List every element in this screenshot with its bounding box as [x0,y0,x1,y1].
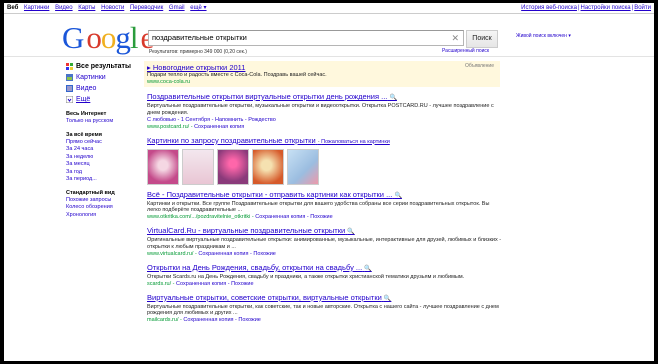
time-filter: За всё время Прямо сейчас За 24 часа За … [66,132,144,184]
image-thumbnail[interactable] [147,148,179,185]
result-url: www.otkritka.com/.../pozdravitelnie_otkr… [147,214,333,221]
result-item: Всё - Поздравительные открытки - отправи… [144,190,502,222]
instant-search-toggle[interactable]: Живой поиск включен ▾ [516,33,571,39]
topbar-link-images[interactable]: Картинки [24,5,49,11]
result-url: www.postcard.ru/ - Сохраненная копия [147,123,245,130]
topbar-link-gmail[interactable]: Gmail [169,5,185,11]
result-item: Открытки на День Рождения, свадьбу, откр… [144,263,502,288]
topbar-settings-link[interactable]: Настройки поиска [581,5,631,11]
filter-time-month[interactable]: За месяц [66,161,144,169]
preview-icon[interactable]: 🔍 [384,296,391,302]
preview-icon[interactable]: 🔍 [394,193,401,199]
topbar-link-more[interactable]: ещё ▾ [190,5,206,11]
result-snippet: Картинки и открытки. Все группе Поздрави… [147,200,490,214]
result-item: VirtualCard.Ru - виртуальные поздравител… [144,226,502,258]
filter-timeline[interactable]: Хронология [66,212,144,220]
ad-label: Объявление [465,63,494,69]
language-filter-heading: Весь Интернет [66,111,107,117]
image-thumbnails [147,148,502,185]
image-results-title-link[interactable]: Картинки по запросу поздравительные откр… [147,136,502,147]
topbar-link-video[interactable]: Видео [55,5,73,11]
time-filter-heading: За всё время [66,131,102,138]
ad-url: www.coca-cola.ru [147,79,191,85]
result-snippet: Открытки Scards.ru на День Рождения, сва… [147,273,465,280]
preview-icon[interactable]: 🔍 [364,266,371,272]
clear-icon[interactable]: ✕ [451,31,459,45]
filter-related-searches[interactable]: Похожие запросы [66,197,144,205]
search-button[interactable]: Поиск [466,30,498,48]
video-icon [66,85,73,92]
report-images-link[interactable]: Пожаловаться на картинки [321,139,390,145]
result-title-link[interactable]: Поздравительные открытки виртуальные отк… [147,92,502,103]
cached-link[interactable]: Сохраненная копия - Похожие [183,317,260,323]
google-logo[interactable]: Google [62,20,154,56]
view-filter-heading: Стандартный вид [66,189,115,196]
topbar-signin-link[interactable]: Войти [634,5,651,11]
ad-title-link[interactable]: ▸ Новогодние открытки 2011 [147,63,497,72]
result-title-link[interactable]: VirtualCard.Ru - виртуальные поздравител… [147,226,502,237]
topbar-history-link[interactable]: История веб-поиска [521,5,577,11]
search-results: ▸ Новогодние открытки 2011 Объявление По… [144,61,502,324]
result-url: mailcards.ru/ - Сохраненная копия - Похо… [147,317,261,324]
filter-time-24h[interactable]: За 24 часа [66,146,144,154]
filter-time-now[interactable]: Прямо сейчас [66,139,144,147]
advanced-search-link[interactable]: Расширенный поиск [442,48,489,54]
topbar-link-translate[interactable]: Переводчик [130,5,163,11]
search-query[interactable]: поздравительные открытки [152,31,247,45]
sidebar-item-video[interactable]: Видео [66,83,144,94]
preview-icon[interactable]: 🔍 [389,95,396,101]
result-sitelinks[interactable]: С любовью - 1 Сентября - Напомнить - Рож… [147,117,502,124]
image-results-block: Картинки по запросу поздравительные откр… [144,136,502,185]
sidebar-item-images[interactable]: Картинки [66,72,144,83]
result-item: Поздравительные открытки виртуальные отк… [144,92,502,131]
images-icon [66,74,73,81]
left-sidebar: Все результаты Картинки Видео Ещё Весь И… [66,61,144,219]
result-title-link[interactable]: Открытки на День Рождения, свадьбу, откр… [147,263,502,274]
sidebar-item-more[interactable]: Ещё [66,94,144,105]
result-snippet: Виртуальные поздравительные открытки, ка… [147,303,499,317]
cached-link[interactable]: Сохраненная копия - Похожие [198,251,275,257]
language-filter: Весь Интернет Только на русском [66,111,144,126]
filter-time-period[interactable]: За период... [66,176,144,184]
browser-page: Веб Картинки Видео Карты Новости Перевод… [4,3,654,361]
image-thumbnail[interactable] [182,148,214,185]
top-navigation-bar: Веб Картинки Видео Карты Новости Перевод… [4,3,654,14]
search-input[interactable]: поздравительные открытки ✕ [148,30,464,46]
all-results-icon [66,63,73,70]
filter-russian-only[interactable]: Только на русском [66,118,144,126]
image-thumbnail[interactable] [287,148,319,185]
sidebar-item-all[interactable]: Все результаты [66,61,144,72]
result-title-link[interactable]: Виртуальные открытки, советские открытки… [147,293,502,304]
result-url: scards.ru/ - Сохраненная копия - Похожие [147,280,254,287]
topbar-link-maps[interactable]: Карты [78,5,95,11]
preview-icon[interactable]: 🔍 [347,229,354,235]
filter-wonder-wheel[interactable]: Колесо обозрения [66,204,144,212]
sponsored-result: ▸ Новогодние открытки 2011 Объявление По… [144,61,500,87]
result-stats: Результатов: примерно 349 000 (0,20 сек.… [149,49,247,55]
more-icon [66,96,73,103]
cached-link[interactable]: Сохраненная копия - Похожие [176,281,253,287]
result-snippet: Оригинальные виртуальные поздравительные… [147,237,502,250]
filter-time-year[interactable]: За год [66,169,144,177]
result-snippet: Виртуальные поздравительные открытки, му… [147,103,494,116]
ad-description: Подари тепло и радость вместе с Coca-Col… [147,72,327,78]
filter-time-week[interactable]: За неделю [66,154,144,162]
cached-link[interactable]: Сохраненная копия - Похожие [255,214,332,220]
result-url: www.virtualcard.ru/ - Сохраненная копия … [147,250,276,257]
image-thumbnail[interactable] [252,148,284,185]
cached-link[interactable]: Сохраненная копия [194,124,244,130]
result-item: Виртуальные открытки, советские открытки… [144,293,502,325]
image-thumbnail[interactable] [217,148,249,185]
topbar-link-news[interactable]: Новости [101,5,124,11]
result-title-link[interactable]: Всё - Поздравительные открытки - отправи… [147,190,502,201]
topbar-web: Веб [7,5,19,11]
divider [4,56,654,57]
view-filter: Стандартный вид Похожие запросы Колесо о… [66,190,144,220]
